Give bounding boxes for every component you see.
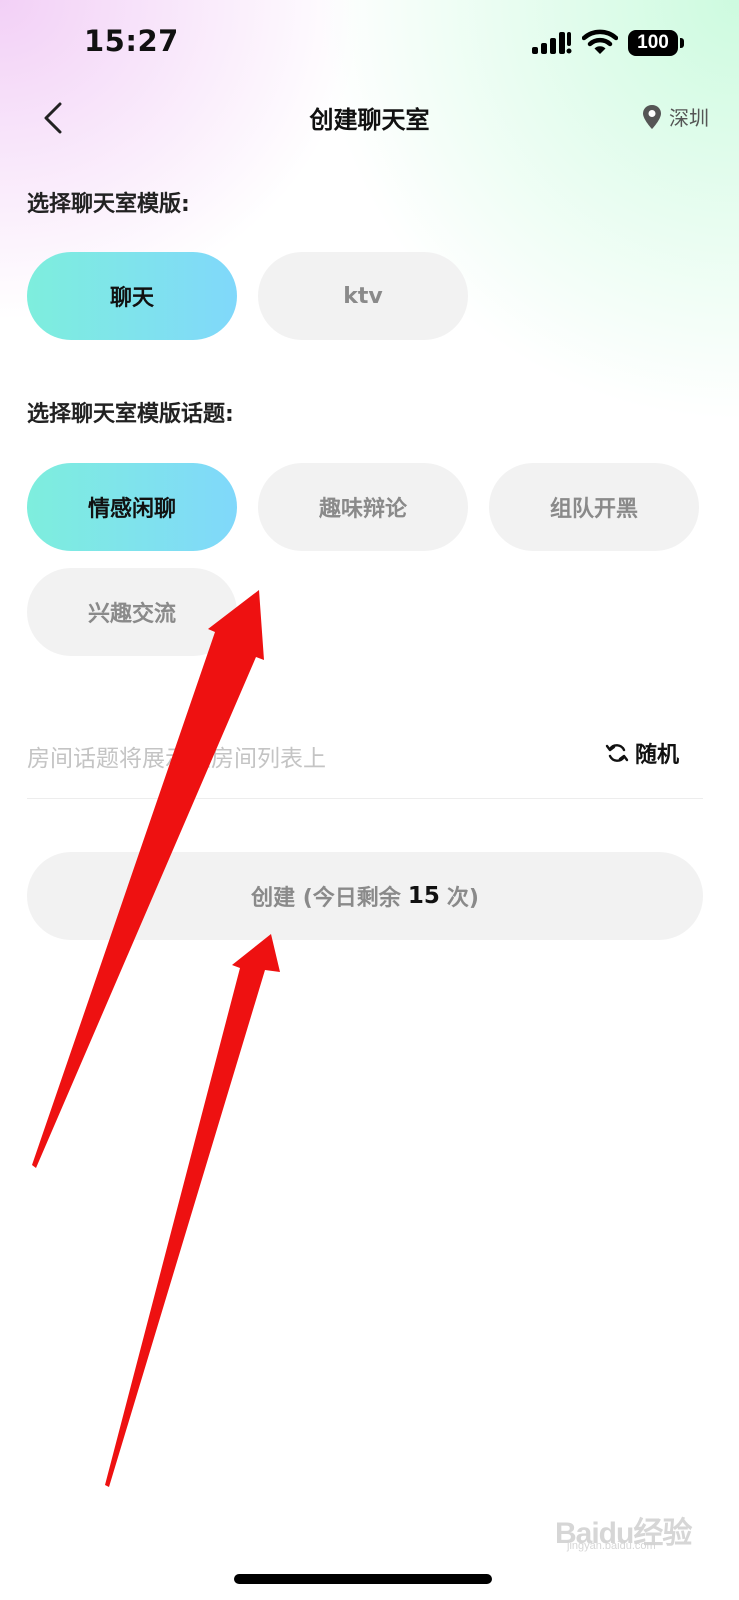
topic-input[interactable]: 房间话题将展示在房间列表上 <box>27 739 326 773</box>
location-label: 深圳 <box>669 106 709 130</box>
topic-chip-fun-debate[interactable]: 趣味辩论 <box>258 463 468 551</box>
topic-section-label: 选择聊天室模版话题: <box>27 402 234 427</box>
random-button[interactable]: 随机 <box>605 737 679 769</box>
cellular-signal-icon <box>532 32 572 54</box>
template-chip-chat[interactable]: 聊天 <box>27 252 237 340</box>
remaining-count: 15 <box>407 883 440 909</box>
home-indicator <box>234 1574 492 1584</box>
status-bar: 15:27 100 <box>0 0 739 88</box>
topic-input-row: 房间话题将展示在房间列表上 随机 <box>27 725 703 799</box>
location-selector[interactable]: 深圳 <box>641 102 709 131</box>
status-time: 15:27 <box>84 24 179 58</box>
template-chip-ktv[interactable]: ktv <box>258 252 468 340</box>
topic-chip-interest-exchange[interactable]: 兴趣交流 <box>27 568 237 656</box>
annotation-arrows <box>32 590 280 1487</box>
watermark-subtext: jingyan.baidu.com <box>567 1540 656 1552</box>
wifi-icon <box>582 29 618 54</box>
refresh-icon <box>605 744 629 762</box>
topic-chip-team-gaming[interactable]: 组队开黑 <box>489 463 699 551</box>
create-label: 创建 (今日剩余 <box>251 886 401 911</box>
location-pin-icon <box>643 104 661 129</box>
template-section-label: 选择聊天室模版: <box>27 192 190 217</box>
watermark: Baidu经验 jingyan.baidu.com <box>555 1500 695 1552</box>
page-title: 创建聊天室 <box>309 106 430 134</box>
battery-level: 100 <box>628 30 678 56</box>
battery-icon: 100 <box>628 30 684 56</box>
red-arrow-icon <box>105 934 280 1487</box>
nav-bar: 创建聊天室 深圳 <box>0 88 739 148</box>
random-label: 随机 <box>634 743 679 768</box>
create-button[interactable]: 创建 (今日剩余 15 次) <box>27 852 703 940</box>
topic-chip-emotional-chat[interactable]: 情感闲聊 <box>27 463 237 551</box>
create-suffix: 次) <box>446 886 479 911</box>
